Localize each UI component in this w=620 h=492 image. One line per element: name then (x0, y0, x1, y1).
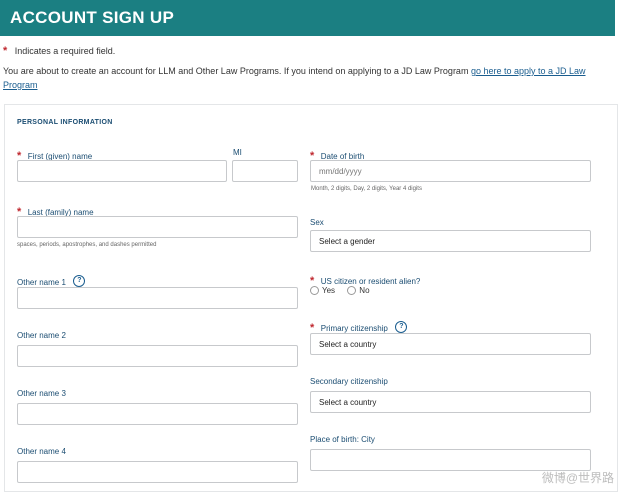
birth-city-label: Place of birth: City (310, 435, 375, 444)
watermark: 微博@世界路 (541, 471, 614, 485)
page-title: ACCOUNT SIGN UP (10, 8, 175, 27)
other-name-4-input[interactable] (17, 461, 298, 483)
page-header: ACCOUNT SIGN UP (0, 0, 615, 36)
us-citizen-options: Yes No (310, 286, 370, 296)
primary-citizenship-select[interactable]: Select a country (310, 333, 591, 355)
last-name-input[interactable] (17, 216, 298, 238)
other-name-1-label: Other name 1 (17, 278, 66, 287)
dob-hint: Month, 2 digits, Day, 2 digits, Year 4 d… (311, 186, 422, 192)
yes-option-label: Yes (322, 286, 336, 295)
other-name-2-label: Other name 2 (17, 331, 66, 340)
help-icon[interactable]: ? (73, 274, 86, 287)
required-star: * (3, 45, 8, 57)
dob-input[interactable] (310, 160, 591, 182)
other-name-2-input[interactable] (17, 345, 298, 367)
required-note: * Indicates a required field. (3, 41, 115, 59)
required-note-text: Indicates a required field. (14, 46, 116, 56)
secondary-citizenship-select[interactable]: Select a country (310, 391, 591, 413)
first-name-input[interactable] (17, 160, 227, 182)
primary-citizenship-label: Primary citizenship (320, 324, 388, 333)
intro-text: You are about to create an account for L… (3, 64, 608, 92)
no-option-label: No (359, 286, 370, 295)
mi-input[interactable] (232, 160, 298, 182)
help-icon[interactable]: ? (395, 320, 408, 333)
other-name-3-input[interactable] (17, 403, 298, 425)
intro-sentence: You are about to create an account for L… (3, 66, 471, 76)
gender-select[interactable]: Select a gender (310, 230, 591, 252)
yes-radio[interactable] (310, 286, 319, 296)
other-name-3-label: Other name 3 (17, 389, 66, 398)
last-name-hint: spaces, periods, apostrophes, and dashes… (17, 242, 157, 248)
sex-label: Sex (310, 218, 324, 227)
secondary-citizenship-label: Secondary citizenship (310, 377, 388, 386)
us-citizen-label: US citizen or resident alien? (320, 277, 421, 286)
other-name-1-input[interactable] (17, 287, 298, 309)
section-title: PERSONAL INFORMATION (17, 119, 113, 126)
mi-label: MI (233, 148, 242, 157)
other-name-4-label: Other name 4 (17, 447, 66, 456)
birth-city-input[interactable] (310, 449, 591, 471)
no-radio[interactable] (347, 286, 357, 296)
